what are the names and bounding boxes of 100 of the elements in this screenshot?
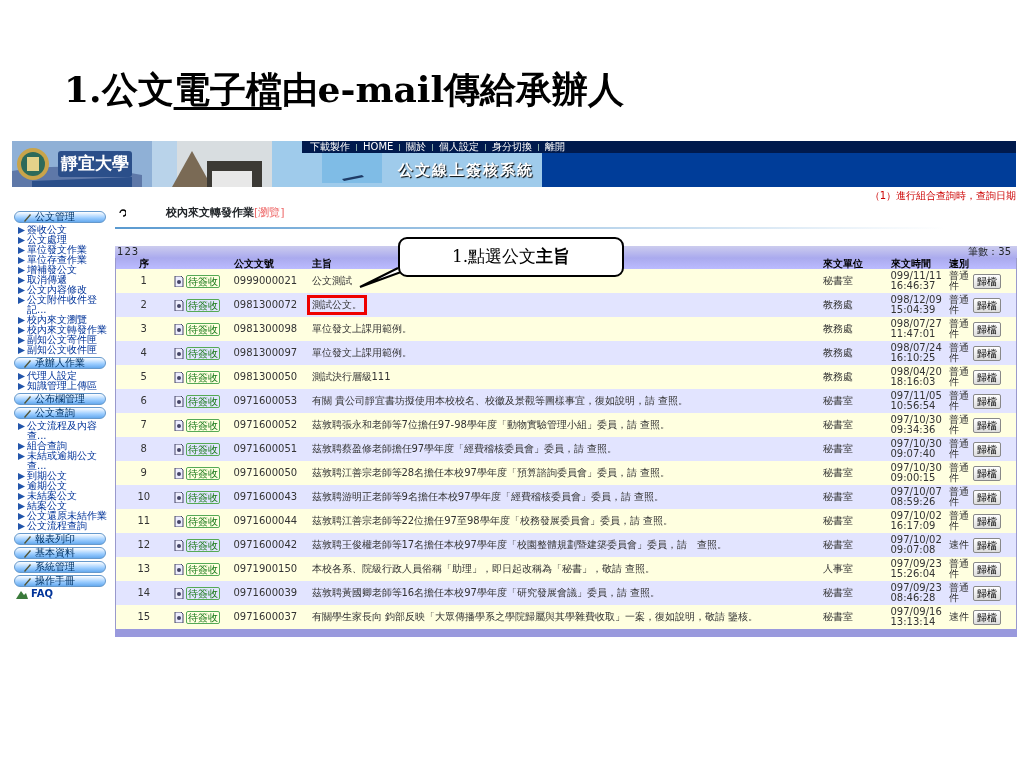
subject-link[interactable]: 單位發文上課用範例。 bbox=[311, 323, 412, 335]
row-number: 4 bbox=[140, 347, 147, 359]
menu-link[interactable]: 公文附件收件登記... bbox=[27, 295, 113, 316]
menu-header[interactable]: 系統管理 bbox=[14, 561, 106, 574]
document-icon[interactable] bbox=[173, 492, 184, 504]
menu-header[interactable]: 報表列印 bbox=[14, 533, 106, 546]
archive-button[interactable]: 歸檔 bbox=[972, 273, 1001, 289]
status-tag: 待簽收 bbox=[185, 394, 220, 408]
row-number: 8 bbox=[140, 443, 147, 455]
unit-cell: 秘書室 bbox=[820, 269, 889, 294]
archive-button[interactable]: 歸檔 bbox=[972, 561, 1001, 577]
subject-link[interactable]: 本校各系、院級行政人員俗稱「助理」，即日起改稱為「秘書」，敬請 查照。 bbox=[311, 563, 655, 575]
speed-text: 速件 bbox=[948, 611, 969, 623]
document-icon[interactable] bbox=[173, 396, 184, 408]
document-icon[interactable] bbox=[173, 324, 184, 336]
subject-link[interactable]: 測試公文。 bbox=[311, 299, 362, 311]
archive-button[interactable]: 歸檔 bbox=[972, 369, 1001, 385]
time-text: 09:07:40 bbox=[890, 449, 936, 460]
nav-link[interactable]: 身分切換 bbox=[492, 142, 533, 153]
subject-link[interactable]: 有關學生家長向 鈞部反映「大眾傳播學系之學院歸屬與其學雜費收取」一案，復如說明，敬請 鑒核。 bbox=[311, 611, 758, 623]
menu-link[interactable]: 公文流程及內容查... bbox=[27, 421, 113, 442]
subject-link[interactable]: 茲敦聘張永和老師等7位擔任97-98學年度「動物實驗管理小組」委員，請 查照。 bbox=[311, 419, 671, 431]
subject-link[interactable]: 茲敦聘黃國卿老師等16名擔任本校97學年度「研究發展會議」委員，請 查照。 bbox=[311, 587, 661, 599]
date-text: 097/10/30 bbox=[890, 463, 943, 474]
archive-button[interactable]: 歸檔 bbox=[972, 417, 1001, 433]
menu-link[interactable]: 代理人設定 bbox=[27, 371, 77, 382]
document-icon[interactable] bbox=[173, 348, 184, 360]
page-link[interactable]: 1 bbox=[117, 246, 124, 258]
subject-link[interactable]: 茲敦聘王俊權老師等17名擔任本校97學年度「校園整體規劃暨建築委員會」委員，請 查照。 bbox=[311, 539, 727, 551]
subject-link[interactable]: 有關 貴公司靜宜書坊擬使用本校校名、校徽及景觀等圖樣事宜，復如說明，請 查照。 bbox=[311, 395, 688, 407]
document-icon[interactable] bbox=[173, 468, 184, 480]
menu-link[interactable]: 逾期公文 bbox=[27, 481, 67, 492]
page-link[interactable]: 3 bbox=[131, 246, 139, 258]
menu-header[interactable]: 公文查詢 bbox=[14, 407, 106, 420]
page-link[interactable]: 2 bbox=[124, 246, 131, 258]
menu-link[interactable]: 公文處理 bbox=[27, 235, 67, 246]
menu-header[interactable]: 承辦人作業 bbox=[14, 357, 106, 370]
subject-link[interactable]: 公文測試 bbox=[311, 275, 352, 287]
archive-button[interactable]: 歸檔 bbox=[972, 321, 1001, 337]
menu-link[interactable]: 副知公文收件匣 bbox=[27, 345, 97, 356]
unit-cell: 秘書室 bbox=[820, 509, 889, 534]
subject-link[interactable]: 茲敦聘蔡盈修老師擔任97學年度「經費稽核委員會」委員，請 查照。 bbox=[311, 443, 618, 455]
speed-text: 速件 bbox=[948, 539, 969, 551]
archive-button[interactable]: 歸檔 bbox=[972, 609, 1001, 625]
archive-button[interactable]: 歸檔 bbox=[972, 465, 1001, 481]
document-icon[interactable] bbox=[173, 564, 184, 576]
doc-number: 0971600043 bbox=[231, 485, 310, 510]
menu-link[interactable]: 校內來文轉發作業 bbox=[27, 325, 107, 336]
nav-link[interactable]: 個人設定 bbox=[439, 142, 480, 153]
archive-button[interactable]: 歸檔 bbox=[972, 441, 1001, 457]
nav-link[interactable]: 下載製作 bbox=[310, 142, 350, 153]
subject-link[interactable]: 測試決行層級111 bbox=[311, 371, 391, 383]
menu-header[interactable]: 操作手冊 bbox=[14, 575, 106, 588]
row-number: 13 bbox=[137, 563, 151, 575]
menu-header[interactable]: 公布欄管理 bbox=[14, 393, 106, 406]
time-text: 09:00:15 bbox=[890, 473, 936, 484]
subject-link[interactable]: 茲敦聘游明正老師等9名擔任本校97學年度「經費稽核委員會」委員，請 查照。 bbox=[311, 491, 664, 503]
menu-link[interactable]: 公文流程查詢 bbox=[27, 521, 87, 532]
menu-link[interactable]: 結案公文 bbox=[27, 501, 67, 512]
time-text: 09:07:08 bbox=[890, 545, 936, 556]
document-icon[interactable] bbox=[173, 588, 184, 600]
menu-link[interactable]: 增補發公文 bbox=[27, 265, 77, 276]
subject-link[interactable]: 茲敦聘江善宗老師等22位擔任97至98學年度「校務發展委員會」委員，請 查照。 bbox=[311, 515, 673, 527]
menu-link[interactable]: 校內來文瀏覽 bbox=[27, 315, 87, 326]
nav-link[interactable]: 離開 bbox=[545, 142, 566, 153]
refresh-icon[interactable] bbox=[119, 209, 126, 218]
document-icon[interactable] bbox=[173, 372, 184, 384]
column-header: 公文文號 bbox=[231, 258, 310, 270]
menu-link[interactable]: 公文內容修改 bbox=[27, 285, 87, 296]
menu-header[interactable]: 公文管理 bbox=[14, 211, 106, 224]
faq-link[interactable]: FAQ bbox=[31, 589, 53, 600]
doc-number: 0971600050 bbox=[231, 461, 310, 486]
menu-link[interactable]: 到期公文 bbox=[27, 471, 67, 482]
archive-button[interactable]: 歸檔 bbox=[972, 345, 1001, 361]
document-icon[interactable] bbox=[173, 612, 184, 624]
subject-link[interactable]: 單位發文上課用範例。 bbox=[311, 347, 412, 359]
archive-button[interactable]: 歸檔 bbox=[972, 513, 1001, 529]
archive-button[interactable]: 歸檔 bbox=[972, 585, 1001, 601]
document-icon[interactable] bbox=[173, 300, 184, 312]
nav-link[interactable]: 關於 bbox=[406, 142, 427, 153]
status-tag: 待簽收 bbox=[185, 274, 220, 288]
menu-link[interactable]: 單位存查作業 bbox=[27, 255, 87, 266]
document-icon[interactable] bbox=[173, 540, 184, 552]
menu-header[interactable]: 基本資料 bbox=[14, 547, 106, 560]
date-text: 097/10/30 bbox=[890, 439, 943, 450]
menu-link[interactable]: 未結或逾期公文查... bbox=[27, 451, 113, 472]
archive-button[interactable]: 歸檔 bbox=[972, 297, 1001, 313]
archive-button[interactable]: 歸檔 bbox=[972, 489, 1001, 505]
row-number: 10 bbox=[137, 491, 151, 503]
menu-link[interactable]: 副知公文寄件匣 bbox=[27, 335, 97, 346]
archive-button[interactable]: 歸檔 bbox=[972, 537, 1001, 553]
subject-link[interactable]: 茲敦聘江善宗老師等28名擔任本校97學年度「預算諮詢委員會」委員，請 查照。 bbox=[311, 467, 671, 479]
document-icon[interactable] bbox=[173, 516, 184, 528]
menu-link[interactable]: 知識管理上傳區 bbox=[27, 381, 97, 392]
document-icon[interactable] bbox=[173, 276, 184, 288]
archive-button[interactable]: 歸檔 bbox=[972, 393, 1001, 409]
nav-link[interactable]: HOME bbox=[363, 142, 394, 153]
menu-link[interactable]: 簽收公文 bbox=[27, 225, 67, 236]
document-icon[interactable] bbox=[173, 420, 184, 432]
document-icon[interactable] bbox=[173, 444, 184, 456]
